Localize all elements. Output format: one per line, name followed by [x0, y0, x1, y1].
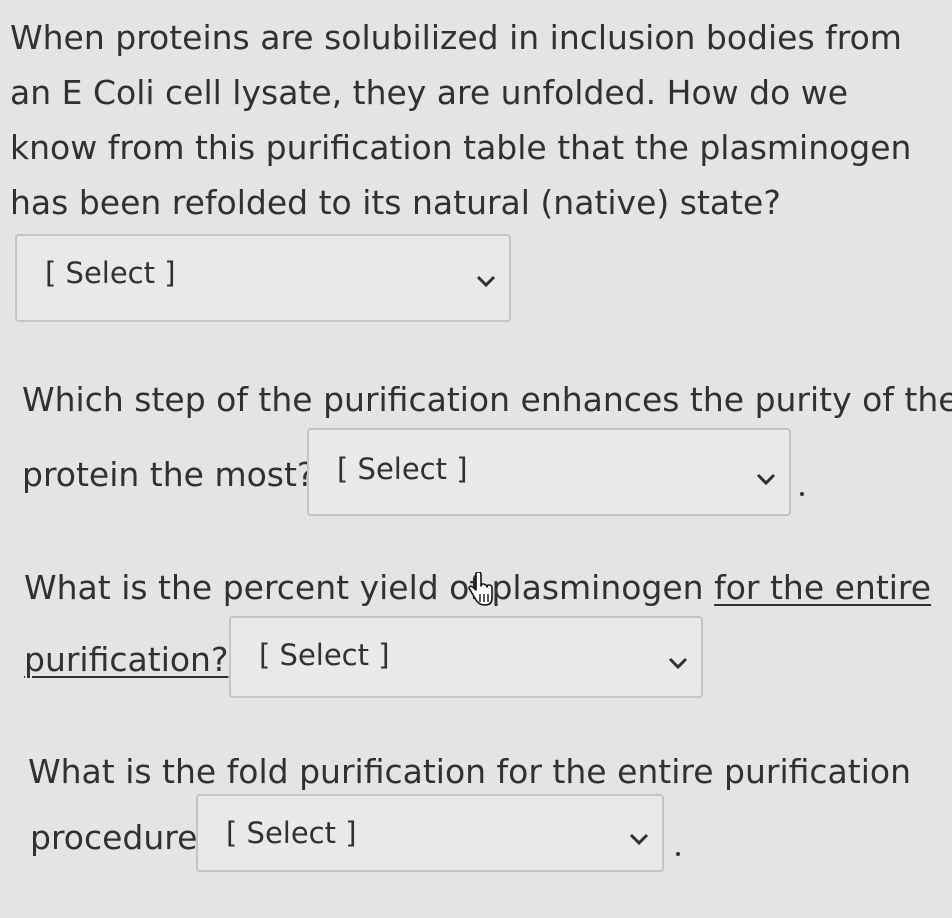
- question-3-line-2: purification?: [24, 640, 229, 679]
- question-2-select[interactable]: [ Select ]: [307, 428, 791, 516]
- question-1-select-value: [ Select ]: [45, 256, 176, 290]
- question-3-select[interactable]: [ Select ]: [229, 616, 703, 698]
- question-2-period: [800, 492, 804, 496]
- question-4-select-value: [ Select ]: [226, 816, 357, 850]
- question-2-line-1: Which step of the purification enhances …: [22, 380, 952, 419]
- question-3-text-a: What is the percent yield of: [24, 568, 492, 607]
- hand-pointer-icon: [468, 572, 493, 606]
- question-2-select-value: [ Select ]: [337, 452, 468, 486]
- question-4-period: [676, 852, 680, 856]
- question-4-select[interactable]: [ Select ]: [196, 794, 664, 872]
- chevron-down-icon: [668, 657, 688, 670]
- question-3-underlined-text: for the entire: [714, 568, 932, 607]
- chevron-down-icon: [756, 473, 776, 486]
- chevron-down-icon: [629, 833, 649, 846]
- question-3-select-value: [ Select ]: [259, 638, 390, 672]
- question-3-text-b: plasminogen: [491, 568, 715, 607]
- question-4-line-2: procedure: [30, 818, 198, 857]
- question-1-text: When proteins are solubilized in inclusi…: [10, 18, 912, 222]
- question-4-line-1: What is the fold purification for the en…: [28, 752, 911, 791]
- question-1-select[interactable]: [ Select ]: [15, 234, 511, 322]
- question-2-line-2: protein the most?: [22, 455, 315, 494]
- chevron-down-icon: [476, 275, 496, 288]
